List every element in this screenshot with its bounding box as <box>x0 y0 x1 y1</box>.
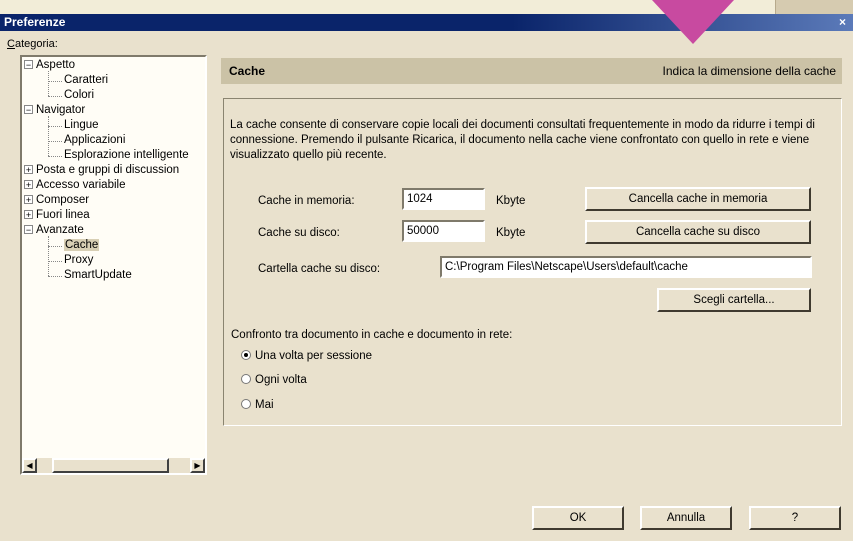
collapse-icon[interactable]: − <box>24 105 33 115</box>
collapse-icon[interactable]: − <box>24 225 33 235</box>
close-icon[interactable]: × <box>836 15 849 29</box>
tree-connector <box>48 261 62 263</box>
radio-every-time[interactable]: Ogni volta <box>241 373 307 387</box>
expand-icon[interactable]: + <box>24 210 33 220</box>
disk-unit-label: Kbyte <box>496 227 526 239</box>
tree-item-proxy[interactable]: Proxy <box>64 253 93 268</box>
tree-connector <box>48 81 62 83</box>
radio-selected-icon <box>241 350 251 360</box>
expand-icon[interactable]: + <box>24 180 33 190</box>
scroll-left-icon[interactable]: ◀ <box>22 458 37 473</box>
clear-memory-cache-button[interactable]: Cancella cache in memoria <box>585 187 811 211</box>
scroll-right-icon[interactable]: ▶ <box>190 458 205 473</box>
radio-once-per-session[interactable]: Una volta per sessione <box>241 349 372 363</box>
radio-every-time-label: Ogni volta <box>255 374 307 386</box>
tree-connector <box>48 116 50 156</box>
radio-never-label: Mai <box>255 399 274 411</box>
annotation-arrow-icon <box>652 0 734 44</box>
help-button[interactable]: ? <box>749 506 841 530</box>
disk-cache-input[interactable]: 50000 <box>402 220 485 242</box>
tree-item-posta-e-gruppi-di-discussion[interactable]: + Posta e gruppi di discussion <box>24 163 179 178</box>
category-tree[interactable]: − Aspetto Caratteri Colori − Navigator Lingue A… <box>20 55 207 475</box>
tree-item-label: Lingue <box>64 119 99 131</box>
tree-item-fuori-linea[interactable]: + Fuori linea <box>24 208 90 223</box>
radio-never[interactable]: Mai <box>241 398 274 412</box>
tree-item-label: Proxy <box>64 254 94 266</box>
tree-item-applicazioni[interactable]: Applicazioni <box>64 133 125 148</box>
memory-cache-input[interactable]: 1024 <box>402 188 485 210</box>
tree-item-esplorazione-intelligente[interactable]: Esplorazione intelligente <box>64 148 189 163</box>
tree-connector <box>48 236 50 276</box>
tree-item-navigator[interactable]: − Navigator <box>24 103 85 118</box>
tree-connector <box>48 276 62 278</box>
radio-unselected-icon <box>241 399 251 409</box>
tree-connector <box>48 141 62 143</box>
section-header: Cache Indica la dimensione della cache <box>221 58 842 84</box>
tree-item-label: Accesso variabile <box>36 179 126 191</box>
tree-item-lingue[interactable]: Lingue <box>64 118 99 133</box>
memory-cache-label: Cache in memoria: <box>258 195 355 207</box>
tree-item-label: Avanzate <box>36 224 84 236</box>
expand-icon[interactable]: + <box>24 165 33 175</box>
category-label-text: ategoria: <box>14 38 58 50</box>
tree-item-label: Fuori linea <box>36 209 90 221</box>
tree-connector <box>48 156 62 158</box>
ok-button[interactable]: OK <box>532 506 624 530</box>
compare-label: Confronto tra documento in cache e docum… <box>231 329 513 341</box>
cache-intro-text: La cache consente di conservare copie lo… <box>230 119 815 161</box>
window-title: Preferenze <box>4 15 66 29</box>
category-label: Categoria: <box>7 38 58 50</box>
tree-connector <box>48 126 62 128</box>
tree-item-caratteri[interactable]: Caratteri <box>64 73 108 88</box>
cache-folder-label: Cartella cache su disco: <box>258 263 381 275</box>
scroll-thumb[interactable] <box>52 458 169 473</box>
tree-item-label: SmartUpdate <box>64 269 132 281</box>
tree-connector <box>48 96 62 98</box>
tree-item-label: Colori <box>64 89 95 101</box>
radio-once-per-session-label: Una volta per sessione <box>255 350 372 362</box>
tree-item-colori[interactable]: Colori <box>64 88 94 103</box>
tree-item-accesso-variabile[interactable]: + Accesso variabile <box>24 178 125 193</box>
disk-cache-label: Cache su disco: <box>258 227 340 239</box>
tree-connector <box>48 246 62 248</box>
section-title: Cache <box>229 64 266 78</box>
tree-item-label: Composer <box>36 194 90 206</box>
tree-connector <box>48 71 50 96</box>
cache-folder-input[interactable]: C:\Program Files\Netscape\Users\default\… <box>440 256 812 278</box>
tree-item-label: Posta e gruppi di discussion <box>36 164 180 176</box>
choose-folder-button[interactable]: Scegli cartella... <box>657 288 811 312</box>
tree-item-composer[interactable]: + Composer <box>24 193 89 208</box>
tree-item-label: Navigator <box>36 104 86 116</box>
memory-unit-label: Kbyte <box>496 195 526 207</box>
tree-item-label: Esplorazione intelligente <box>64 149 189 161</box>
tree-horizontal-scrollbar[interactable]: ◀ ▶ <box>22 458 205 473</box>
expand-icon[interactable]: + <box>24 195 33 205</box>
tree-item-cache[interactable]: Cache <box>64 238 100 253</box>
tree-item-label: Cache <box>64 239 100 251</box>
tree-item-avanzate[interactable]: − Avanzate <box>24 223 84 238</box>
radio-unselected-icon <box>241 374 251 384</box>
tree-item-label: Aspetto <box>36 59 75 71</box>
tree-item-label: Caratteri <box>64 74 109 86</box>
tree-item-label: Applicazioni <box>64 134 126 146</box>
clear-disk-cache-button[interactable]: Cancella cache su disco <box>585 220 811 244</box>
cancel-button[interactable]: Annulla <box>640 506 732 530</box>
collapse-icon[interactable]: − <box>24 60 33 70</box>
background-decoration <box>775 0 853 14</box>
section-description: Indica la dimensione della cache <box>662 64 836 78</box>
tree-item-smartupdate[interactable]: SmartUpdate <box>64 268 132 283</box>
